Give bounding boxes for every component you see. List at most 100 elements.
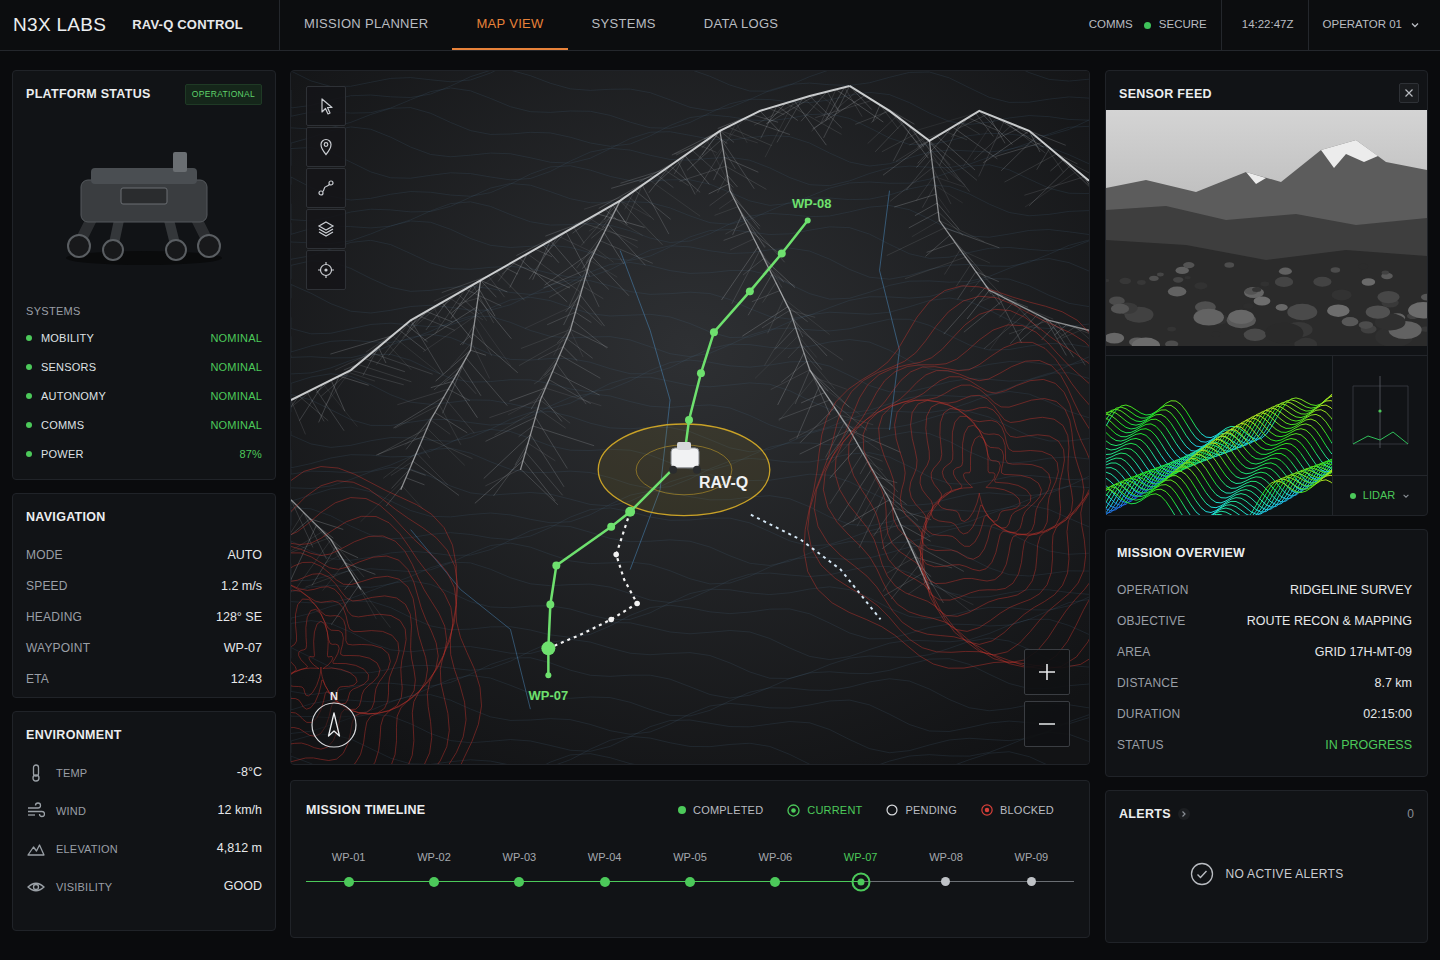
crosshair-icon (317, 261, 335, 279)
status-dot (26, 451, 32, 457)
layers-tool[interactable] (306, 209, 346, 249)
waypoint-step[interactable]: WP-02 (391, 850, 476, 892)
completed-dot-icon (344, 877, 354, 887)
legend-label: PENDING (905, 802, 957, 819)
select-tool[interactable] (306, 86, 346, 126)
legend-label: BLOCKED (1000, 802, 1054, 819)
timeline-track: WP-01 WP-02 WP-03 WP-04 WP-05WP-06WP-07WP-08… (306, 850, 1074, 892)
row-label: TEMP (56, 765, 87, 782)
mission-overview-row: DISTANCE8.7 km (1117, 668, 1412, 699)
row-label: VISIBILITY (56, 879, 112, 896)
waypoint-step[interactable]: WP-04 (562, 850, 647, 892)
blocked-ring-icon (981, 804, 993, 816)
waypoint-dot-box (1027, 872, 1036, 892)
nav-tab[interactable]: MAP VIEW (452, 0, 567, 50)
waypoint-label: WP-03 (503, 850, 537, 864)
row-value: GOOD (224, 877, 262, 896)
waypoint-steps: WP-01 WP-02 WP-03 WP-04 WP-05WP-06WP-07WP-08… (306, 850, 1074, 892)
zoom-out-button[interactable] (1024, 701, 1070, 747)
row-label: WIND (56, 803, 86, 820)
mission-overview-list: OPERATIONRIDGELINE SURVEYOBJECTIVEROUTE … (1106, 575, 1427, 761)
thermometer-icon (27, 764, 45, 782)
system-row: MOBILITY NOMINAL (13, 323, 275, 352)
system-name: SENSORS (41, 359, 96, 376)
legend-label: CURRENT (807, 802, 862, 819)
brand-area: N3X LABSRAV-Q CONTROL (0, 0, 280, 50)
navigation-row: ETA12:43 (26, 664, 262, 695)
row-label: AREA (1117, 643, 1150, 661)
row-label: HEADING (26, 608, 82, 626)
waypoint-label: WP-04 (588, 850, 622, 864)
zoom-in-button[interactable] (1024, 649, 1070, 695)
row-icon-box (26, 840, 46, 858)
legend-item: BLOCKED (981, 802, 1054, 819)
alerts-message: NO ACTIVE ALERTS (1226, 865, 1344, 883)
panel-header: MISSION OVERVIEW (1106, 530, 1427, 563)
mode-dot (1350, 493, 1356, 499)
operator-menu[interactable]: OPERATOR 01 (1308, 0, 1440, 50)
waypoint-step[interactable]: WP-01 (306, 850, 391, 892)
sensor-mode-select[interactable]: LIDAR (1333, 475, 1427, 515)
row-label: DURATION (1117, 705, 1180, 723)
row-label: MODE (26, 546, 63, 564)
row-value: -8°C (237, 763, 262, 782)
terrain-map[interactable]: WP-08WP-07RAV-Q (291, 71, 1089, 764)
waypoint-step[interactable]: WP-03 (477, 850, 562, 892)
close-button[interactable] (1399, 83, 1419, 103)
status-badge: OPERATIONAL (185, 84, 262, 105)
pointer-icon (317, 97, 335, 115)
nav-tab[interactable]: DATA LOGS (680, 0, 802, 50)
row-value: IN PROGRESS (1325, 736, 1412, 755)
close-icon (1404, 88, 1414, 98)
environment-list: TEMP-8°CWIND12 km/hELEVATION4,812 mVISIB… (13, 754, 275, 906)
right-column: SENSOR FEED LIDAR MISSION OVERVIEW OPERATI… (1105, 70, 1428, 960)
waypoint-dot-box (941, 872, 950, 892)
alerts-empty-state: NO ACTIVE ALERTS (1106, 824, 1427, 924)
system-value: NOMINAL (210, 330, 262, 347)
panel-title: NAVIGATION (26, 508, 106, 527)
map-panel[interactable]: WP-08WP-07RAV-QN (290, 70, 1090, 765)
panel-title: ENVIRONMENT (26, 726, 122, 745)
mission-overview-row: OPERATIONRIDGELINE SURVEY (1117, 575, 1412, 606)
row-value: 12 km/h (218, 801, 262, 820)
minus-icon (1037, 714, 1057, 734)
waypoint-dot-box (514, 872, 524, 892)
vehicle-marker[interactable] (669, 442, 701, 474)
mission-overview-row: DURATION02:15:00 (1117, 699, 1412, 730)
panel-title: MISSION TIMELINE (306, 801, 425, 820)
system-value: NOMINAL (210, 359, 262, 376)
legend-item: PENDING (886, 802, 957, 819)
waypoint-step[interactable]: WP-07 (818, 850, 903, 892)
lidar-profile (1333, 356, 1427, 475)
map-toolbar (306, 86, 346, 290)
system-name: MOBILITY (41, 330, 94, 347)
navigation-row: WAYPOINTWP-07 (26, 633, 262, 664)
row-icon-box (26, 878, 46, 896)
panel-header: SENSOR FEED (1106, 71, 1427, 110)
nav-tab[interactable]: MISSION PLANNER (280, 0, 452, 50)
waypoint-step[interactable]: WP-06 (733, 850, 818, 892)
row-label: OBJECTIVE (1117, 612, 1185, 630)
waypoint-label: WP-02 (417, 850, 451, 864)
route-tool[interactable] (306, 168, 346, 208)
waypoint-step[interactable]: WP-08 (903, 850, 988, 892)
nav-tab[interactable]: SYSTEMS (568, 0, 680, 50)
status-dot (26, 335, 32, 341)
top-bar: N3X LABSRAV-Q CONTROL MISSION PLANNERMAP… (0, 0, 1440, 51)
lidar-view (1106, 356, 1332, 515)
waypoint-dot-box (344, 872, 354, 892)
panel-title: PLATFORM STATUS (26, 85, 151, 104)
platform-status-panel: PLATFORM STATUSOPERATIONALSYSTEMSMOBILIT… (12, 70, 276, 480)
compass: N (306, 688, 362, 750)
status-dot (26, 364, 32, 370)
navigation-list: MODEAUTOSPEED1.2 m/sHEADING128° SEWAYPOI… (13, 540, 275, 695)
waypoint-step[interactable]: WP-09 (989, 850, 1074, 892)
arrow-right-icon[interactable] (1177, 807, 1191, 821)
locate-tool[interactable] (306, 250, 346, 290)
waypoint-step[interactable]: WP-05 (647, 850, 732, 892)
pin-tool[interactable] (306, 127, 346, 167)
row-value: GRID 17H-MT-09 (1315, 643, 1412, 662)
legend-item: CURRENT (787, 802, 862, 819)
row-value: 12:43 (231, 670, 262, 689)
system-name: COMMS (41, 417, 84, 434)
